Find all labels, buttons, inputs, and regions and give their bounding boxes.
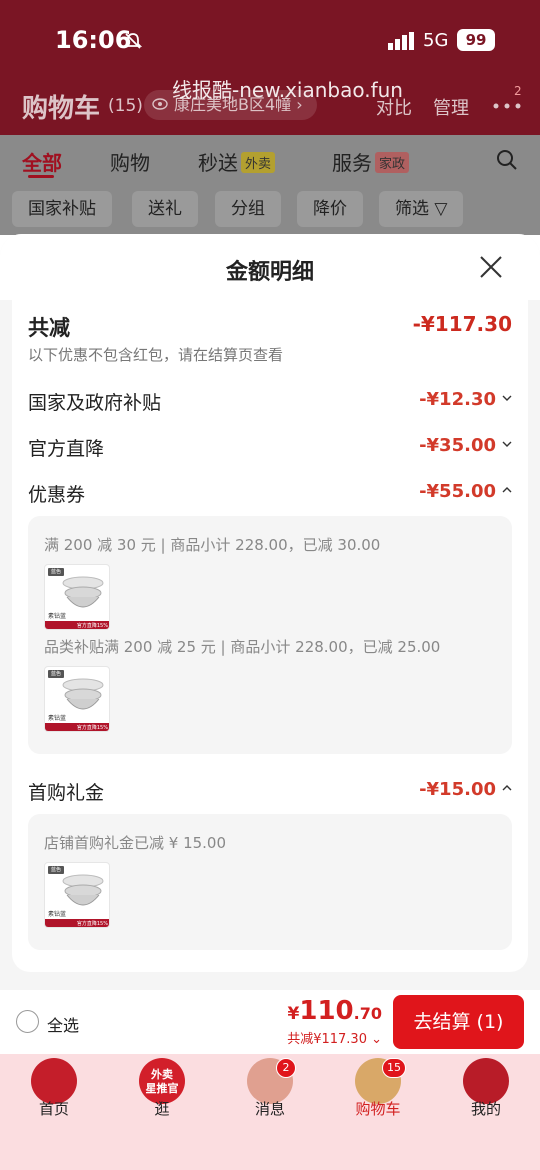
gift-detail-card: 店铺首购礼金已减 ¥ 15.00 蓝色 素钻蓝 官方直降15% xyxy=(28,814,512,950)
coupon-detail-card: 满 200 减 30 元 | 商品小计 228.00，已减 30.00 蓝色 素钻… xyxy=(28,516,512,754)
sheet-body: 共减 -¥117.30 以下优惠不包含红包，请在结算页查看 国家及政府补贴 -¥… xyxy=(12,300,528,972)
tab-all[interactable]: 全部 xyxy=(22,147,62,176)
first-purchase-gift-amount: -¥15.00 xyxy=(419,779,496,800)
filter-gift[interactable]: 送礼 xyxy=(132,191,198,227)
nav-browse[interactable]: 外卖 星推官 逛 xyxy=(108,1054,216,1170)
address-selector[interactable]: 康庄美地B区4幢 › xyxy=(144,90,317,120)
tab-services[interactable]: 服务 家政 xyxy=(332,147,410,176)
official-drop-value[interactable]: -¥35.00 xyxy=(419,435,512,456)
tab-shopping[interactable]: 购物 xyxy=(110,147,150,176)
filter-more[interactable]: 筛选 ▽ xyxy=(379,191,464,227)
cart-header-background: 16:06 5G 99 线报酷-new.xianbao.fun 购物车 (15)… xyxy=(0,0,540,135)
battery-icon: 99 xyxy=(457,29,495,51)
total-discount-value: -¥117.30 xyxy=(412,312,512,336)
cart-tabs-background: 全部 购物 秒送 外卖 服务 家政 国家补贴 送礼 分组 降价 筛选 ▽ xyxy=(0,135,540,235)
total-discount-text: 共减¥117.30 xyxy=(287,1032,367,1047)
status-bar: 16:06 5G 99 xyxy=(0,22,540,62)
total-discount-summary[interactable]: 共减¥117.30 ⌄ xyxy=(287,1028,382,1047)
close-icon[interactable] xyxy=(478,254,504,280)
coupon-detail-line: 品类补贴满 200 减 25 元 | 商品小计 228.00，已减 25.00 xyxy=(44,638,441,656)
coupon-amount: -¥55.00 xyxy=(419,481,496,502)
bell-muted-icon xyxy=(124,33,142,49)
eye-icon xyxy=(152,98,168,110)
housekeeping-tag: 家政 xyxy=(375,152,410,173)
filter-price-drop[interactable]: 降价 xyxy=(297,191,363,227)
product-thumbnail[interactable]: 蓝色 素钻蓝 官方直降15% xyxy=(44,862,110,928)
nav-home[interactable]: 首页 xyxy=(0,1054,108,1170)
nav-messages[interactable]: 2 消息 xyxy=(216,1054,324,1170)
first-purchase-gift-label[interactable]: 首购礼金 xyxy=(28,778,104,805)
nav-profile[interactable]: 我的 xyxy=(432,1054,540,1170)
chevron-down-icon xyxy=(502,441,512,447)
nav-cart[interactable]: 15 购物车 xyxy=(324,1054,432,1170)
official-drop-label[interactable]: 官方直降 xyxy=(28,434,104,461)
coupon-label[interactable]: 优惠券 xyxy=(28,480,85,507)
discount-hint: 以下优惠不包含红包，请在结算页查看 xyxy=(28,346,284,364)
cart-count: (15) xyxy=(108,96,143,116)
subsidy-label[interactable]: 国家及政府补贴 xyxy=(28,388,161,415)
sheet-title: 金额明细 xyxy=(225,260,314,285)
bottom-tab-bar: 首页 外卖 星推官 逛 2 消息 15 购物车 我的 xyxy=(0,1054,540,1170)
tab-services-label: 服务 xyxy=(332,151,372,175)
coupon-detail-line: 满 200 减 30 元 | 商品小计 228.00，已减 30.00 xyxy=(44,536,381,554)
select-all-label[interactable]: 全选 xyxy=(47,1012,79,1036)
checkout-bar: 全选 ¥110.70 共减¥117.30 ⌄ 去结算 (1) xyxy=(0,990,540,1054)
official-drop-amount: -¥35.00 xyxy=(419,435,496,456)
price-symbol: ¥ xyxy=(287,1004,300,1024)
product-promo-band: 官方直降15% xyxy=(45,621,109,629)
gift-detail-line: 店铺首购礼金已减 ¥ 15.00 xyxy=(44,834,227,852)
chevron-up-icon xyxy=(502,487,512,493)
first-purchase-gift-value[interactable]: -¥15.00 xyxy=(419,779,512,800)
product-promo-band: 官方直降15% xyxy=(45,723,109,731)
compare-button[interactable]: 对比 xyxy=(376,94,412,120)
filter-group[interactable]: 分组 xyxy=(215,191,281,227)
address-label: 康庄美地B区4幢 xyxy=(174,95,292,114)
checkout-button[interactable]: 去结算 (1) xyxy=(393,995,524,1049)
nav-messages-label: 消息 xyxy=(254,1100,285,1118)
tab-flash-delivery[interactable]: 秒送 外卖 xyxy=(198,147,276,176)
product-name: 素钻蓝 xyxy=(48,613,67,620)
takeout-tag: 外卖 xyxy=(241,152,276,173)
nav-browse-label: 逛 xyxy=(154,1100,170,1118)
total-price: ¥110.70 xyxy=(288,996,382,1026)
cart-badge: 15 xyxy=(382,1058,406,1078)
product-promo-band: 官方直降15% xyxy=(45,919,109,927)
price-integer: 110 xyxy=(299,996,354,1026)
status-time: 16:06 xyxy=(55,26,132,54)
nav-cart-label: 购物车 xyxy=(355,1100,401,1118)
subsidy-value[interactable]: -¥12.30 xyxy=(419,389,512,410)
total-discount-label: 共减 xyxy=(28,316,70,340)
search-icon[interactable] xyxy=(496,149,518,171)
manage-button[interactable]: 管理 xyxy=(433,94,469,120)
signal-icon xyxy=(388,32,414,50)
product-name: 素钻蓝 xyxy=(48,911,67,918)
select-all-checkbox[interactable] xyxy=(16,1010,39,1033)
product-thumbnail[interactable]: 蓝色 素钻蓝 官方直降15% xyxy=(44,564,110,630)
product-thumbnail[interactable]: 蓝色 素钻蓝 官方直降15% xyxy=(44,666,110,732)
coupon-value[interactable]: -¥55.00 xyxy=(419,481,512,502)
tab-flash-delivery-label: 秒送 xyxy=(198,151,238,175)
chevron-down-icon xyxy=(502,395,512,401)
chevron-up-icon xyxy=(502,785,512,791)
filter-national-subsidy[interactable]: 国家补贴 xyxy=(12,191,112,227)
more-badge: 2 xyxy=(514,84,522,98)
more-icon[interactable] xyxy=(492,102,522,110)
nav-profile-label: 我的 xyxy=(470,1100,501,1118)
sheet-header: 金额明细 xyxy=(0,234,540,300)
messages-badge: 2 xyxy=(276,1058,296,1078)
filter-more-label: 筛选 xyxy=(395,199,429,219)
subsidy-amount: -¥12.30 xyxy=(419,389,496,410)
network-label: 5G xyxy=(423,30,449,51)
browse-icon-text: 外卖 星推官 xyxy=(145,1068,179,1095)
amount-detail-sheet: 金额明细 共减 -¥117.30 以下优惠不包含红包，请在结算页查看 国家及政府… xyxy=(0,234,540,990)
cart-title: 购物车 xyxy=(22,94,101,124)
nav-home-label: 首页 xyxy=(38,1100,69,1118)
tab-underline xyxy=(28,175,54,178)
product-name: 素钻蓝 xyxy=(48,715,67,722)
price-decimal: .70 xyxy=(353,1004,382,1023)
